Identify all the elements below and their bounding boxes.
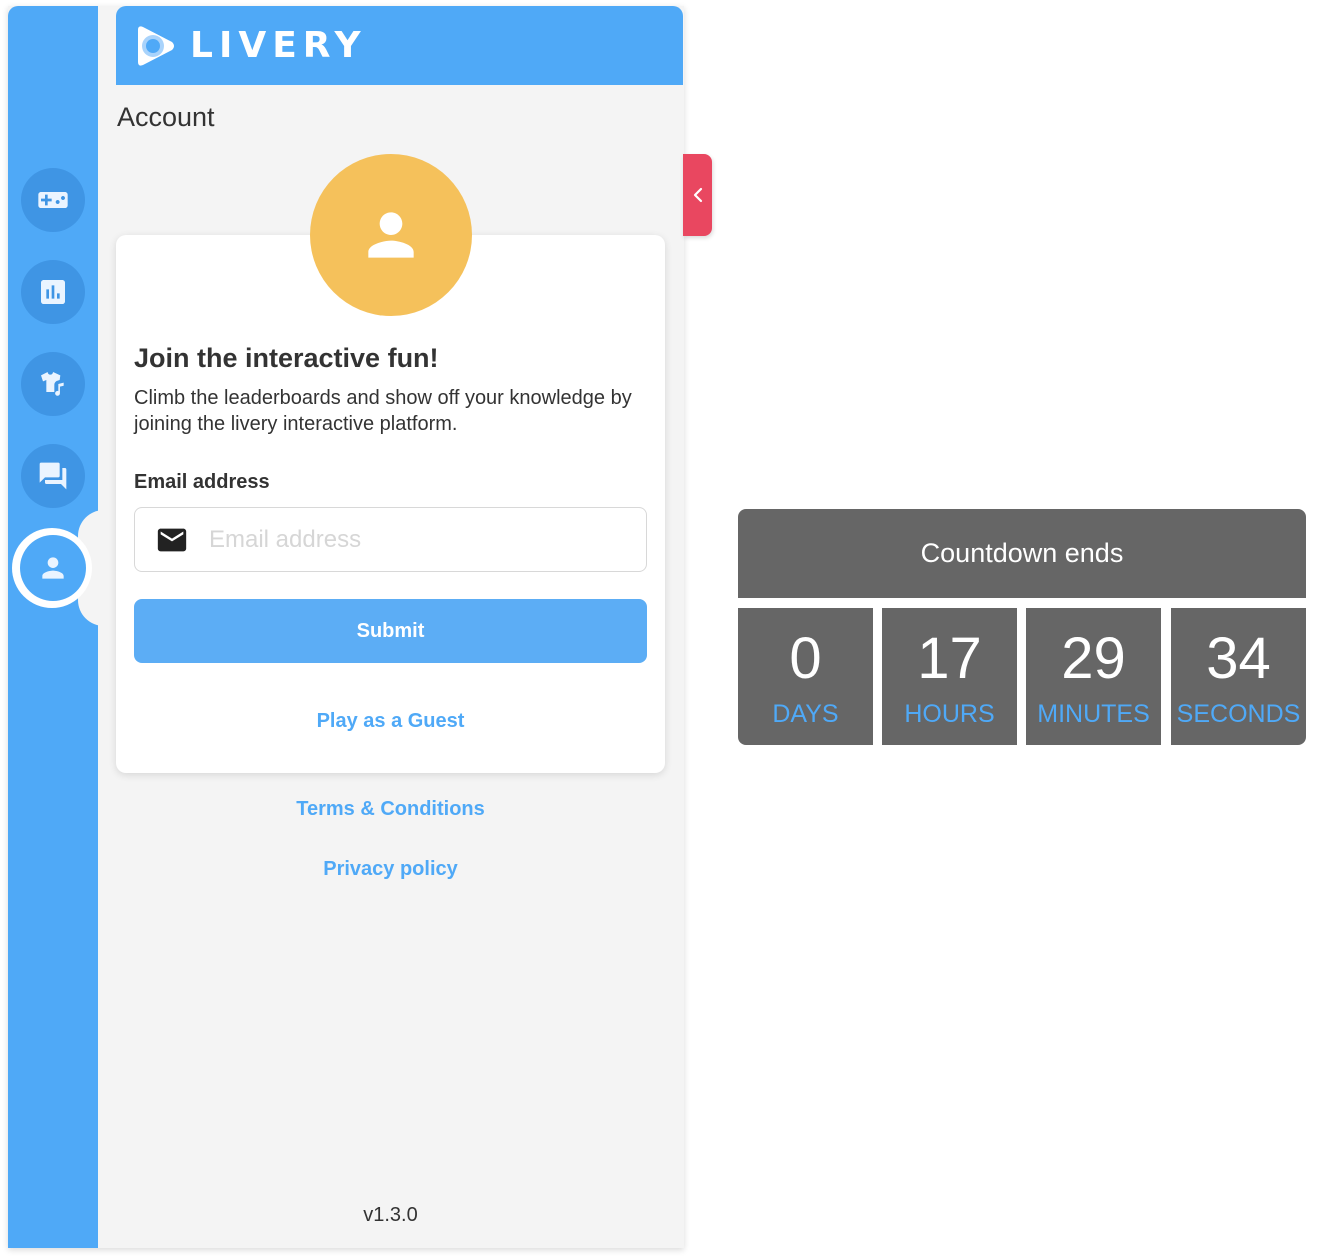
countdown-value: 0: [789, 626, 822, 691]
version-label: v1.3.0: [363, 1204, 418, 1226]
countdown-days: 0 DAYS: [738, 608, 873, 745]
countdown-minutes: 29 MINUTES: [1026, 608, 1161, 745]
play-as-guest-link[interactable]: Play as a Guest: [116, 710, 665, 733]
chat-icon: [39, 462, 67, 490]
nav-merch-button[interactable]: [21, 352, 85, 416]
countdown-hours: 17 HOURS: [882, 608, 1017, 745]
email-input[interactable]: [209, 525, 609, 554]
countdown-unit: SECONDS: [1176, 700, 1301, 728]
countdown-title: Countdown ends: [738, 509, 1306, 598]
brand-name: LIVERY: [190, 25, 367, 66]
page-title: Account: [117, 102, 215, 132]
submit-button[interactable]: Submit: [134, 599, 647, 663]
chevron-left-icon: [693, 187, 702, 203]
email-field[interactable]: [134, 507, 647, 572]
gamepad-icon: [38, 192, 68, 208]
shirt-music-icon: [41, 372, 64, 396]
person-icon: [368, 212, 414, 258]
avatar: [310, 154, 472, 316]
countdown-unit: HOURS: [904, 700, 995, 728]
countdown-value: 17: [917, 626, 982, 691]
terms-link[interactable]: Terms & Conditions: [116, 798, 665, 821]
countdown-seconds: 34 SECONDS: [1171, 608, 1306, 745]
nav-game-button[interactable]: [21, 168, 85, 232]
person-icon: [42, 557, 64, 579]
livery-logo-icon: [138, 25, 174, 66]
countdown-unit: DAYS: [772, 700, 839, 728]
join-title: Join the interactive fun!: [134, 343, 439, 373]
countdown-value: 29: [1061, 626, 1126, 691]
join-description: Climb the leaderboards and show off your…: [134, 387, 632, 435]
countdown-unit: MINUTES: [1037, 700, 1150, 728]
app-header: LIVERY: [116, 6, 683, 85]
nav-chat-button[interactable]: [21, 444, 85, 508]
collapse-panel-button[interactable]: [683, 154, 712, 236]
privacy-link[interactable]: Privacy policy: [116, 858, 665, 881]
mail-icon: [157, 528, 187, 551]
email-label: Email address: [134, 471, 270, 493]
countdown-value: 34: [1206, 626, 1271, 691]
bar-chart-icon: [41, 280, 65, 304]
nav-account-button[interactable]: [20, 535, 86, 601]
nav-leaderboard-button[interactable]: [21, 260, 85, 324]
